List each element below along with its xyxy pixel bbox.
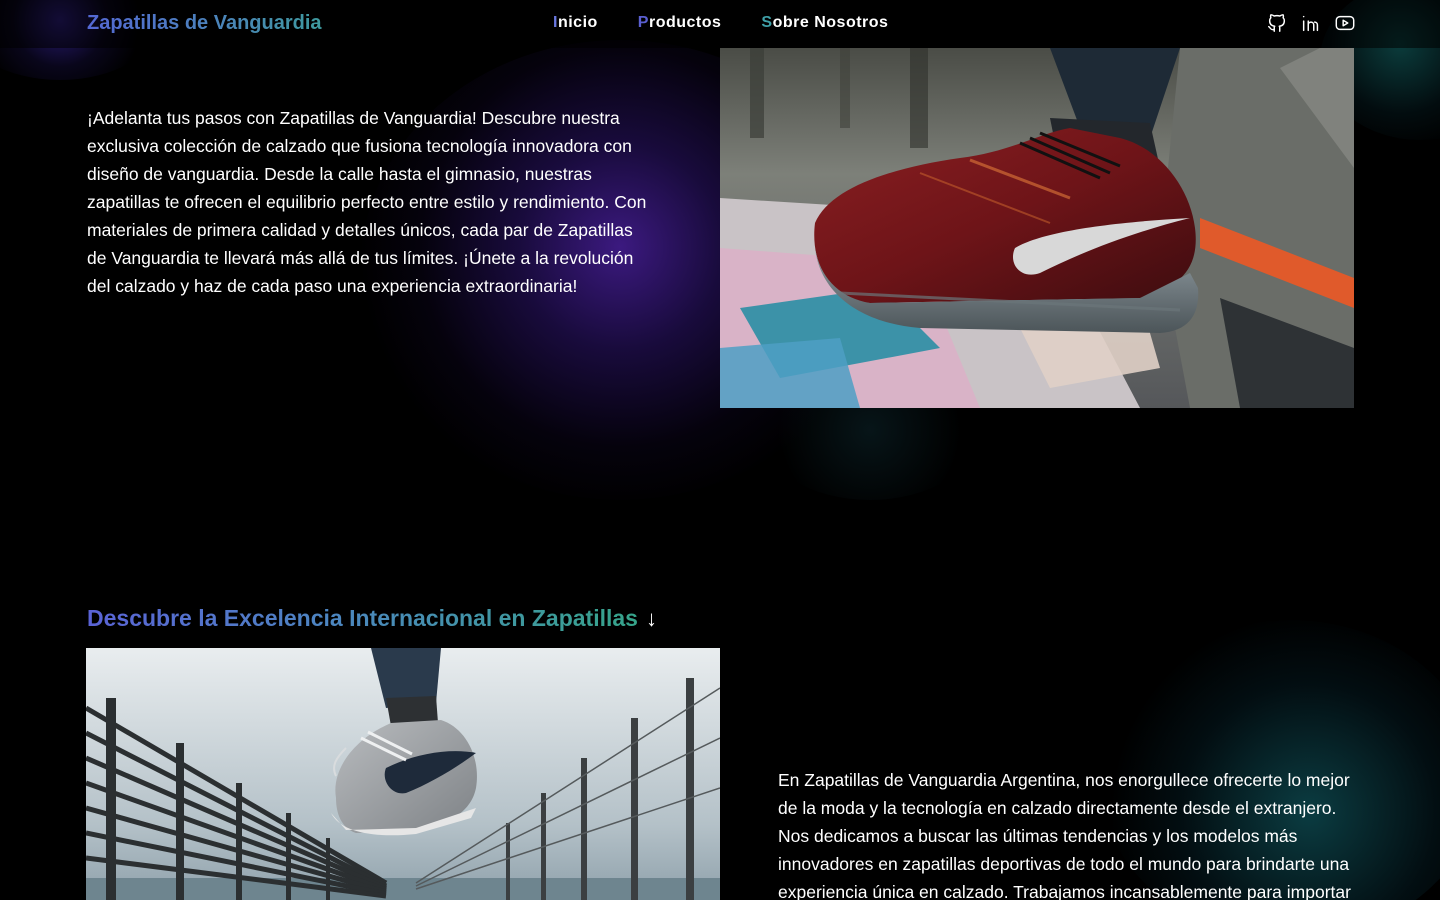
linkedin-icon[interactable] — [1300, 12, 1322, 34]
brand-logo-link[interactable]: Zapatillas de Vanguardia — [87, 12, 322, 35]
site-header: Zapatillas de Vanguardia Inicio Producto… — [0, 0, 1440, 48]
nav-link-inicio[interactable]: Inicio — [553, 14, 598, 32]
nav-link-sobre-nosotros[interactable]: Sobre Nosotros — [761, 14, 888, 32]
about-paragraph: En Zapatillas de Vanguardia Argentina, n… — [778, 769, 1351, 900]
section-heading: Descubre la Excelencia Internacional en … — [87, 605, 657, 632]
hero-sneaker-image — [720, 48, 1354, 408]
nav-link-initial: P — [637, 14, 649, 31]
nav-link-label: obre Nosotros — [772, 14, 889, 31]
nav-link-productos[interactable]: Productos — [638, 14, 722, 32]
youtube-icon[interactable] — [1334, 12, 1356, 34]
main-nav: Inicio Productos Sobre Nosotros — [553, 14, 888, 32]
github-icon[interactable] — [1266, 12, 1288, 34]
nav-link-label: roductos — [648, 14, 722, 31]
section-heading-text: Descubre la Excelencia Internacional en … — [87, 605, 638, 632]
arrow-down-icon: ↓ — [645, 606, 657, 632]
jumping-sneaker-image — [86, 648, 720, 900]
social-links — [1266, 12, 1356, 34]
nav-link-initial: S — [761, 14, 773, 31]
page: Zapatillas de Vanguardia Inicio Producto… — [0, 0, 1440, 900]
intro-paragraph: ¡Adelanta tus pasos con Zapatillas de Va… — [87, 107, 647, 296]
nav-link-label: nicio — [557, 14, 598, 31]
